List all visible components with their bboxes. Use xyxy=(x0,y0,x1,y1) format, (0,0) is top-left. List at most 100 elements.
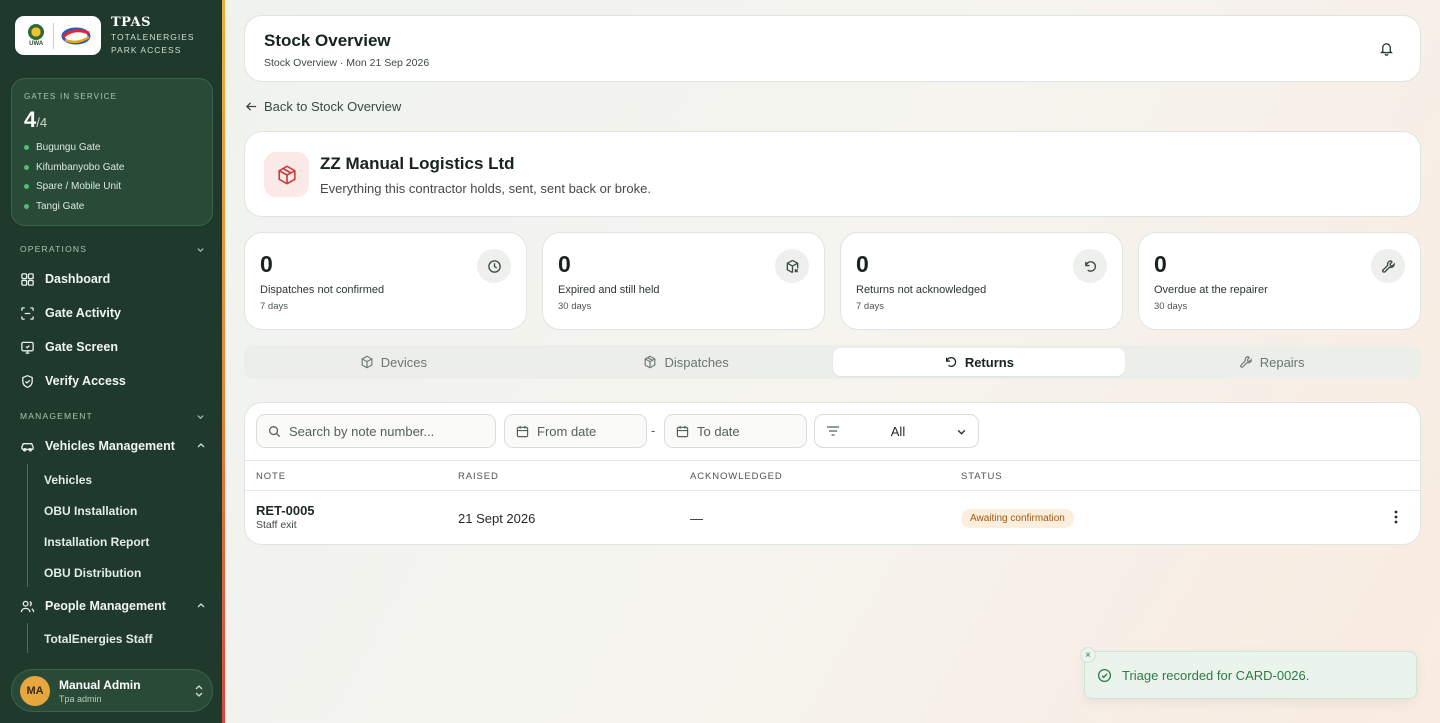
submenu-line xyxy=(27,623,28,653)
submenu-line xyxy=(27,464,28,587)
app-title: TPAS xyxy=(111,15,151,30)
stat-label: Overdue at the repairer xyxy=(1154,284,1268,296)
column-header-status[interactable]: STATUS xyxy=(961,471,1002,482)
chevron-down-icon xyxy=(197,414,204,419)
stat-card-repairs[interactable]: 0 Overdue at the repairer 30 days xyxy=(1138,232,1421,330)
nav-obu-installation[interactable]: OBU Installation xyxy=(44,504,137,518)
status-cell: Awaiting confirmation xyxy=(961,509,1074,528)
chevron-up-icon xyxy=(197,603,205,608)
check-circle-icon xyxy=(1097,668,1112,682)
more-vertical-icon[interactable] xyxy=(1394,510,1398,524)
app-subtitle-1: TOTALENERGIES xyxy=(111,32,195,42)
stat-label: Dispatches not confirmed xyxy=(260,284,385,296)
chevron-down-icon xyxy=(957,429,966,435)
stat-card-dispatches[interactable]: 0 Dispatches not confirmed 7 days xyxy=(244,232,527,330)
tab-dispatches[interactable]: Dispatches xyxy=(540,348,833,376)
monitor-icon xyxy=(21,341,34,354)
tab-returns[interactable]: Returns xyxy=(832,348,1126,376)
status-badge: Awaiting confirmation xyxy=(961,509,1074,528)
arrow-left-icon xyxy=(245,102,257,111)
app-subtitle-2: PARK ACCESS xyxy=(111,45,182,55)
nav-obu-distribution[interactable]: OBU Distribution xyxy=(44,566,141,580)
page-title: Stock Overview xyxy=(264,31,391,50)
stat-card-returns[interactable]: 0 Returns not acknowledged 7 days xyxy=(840,232,1123,330)
gates-title: GATES IN SERVICE xyxy=(24,92,118,101)
nav-verify-access[interactable]: Verify Access xyxy=(20,369,206,393)
section-operations[interactable]: OPERATIONS xyxy=(20,244,205,254)
column-header-note[interactable]: NOTE xyxy=(256,471,286,482)
stat-label: Returns not acknowledged xyxy=(856,284,987,296)
box-icon xyxy=(361,355,373,369)
gates-in-service-card: GATES IN SERVICE 4/4 Bugungu Gate Kifumb… xyxy=(11,78,213,226)
gates-count: 4/4 xyxy=(24,107,48,132)
contractor-card: ZZ Manual Logistics Ltd Everything this … xyxy=(244,131,1421,217)
undo-icon xyxy=(1073,249,1107,283)
bell-icon[interactable] xyxy=(1379,41,1394,56)
nav-people-management[interactable]: People Management xyxy=(20,594,206,618)
toast-message: Triage recorded for CARD-0026. xyxy=(1122,667,1310,683)
status-dot-icon xyxy=(24,203,29,209)
tab-repairs[interactable]: Repairs xyxy=(1125,348,1418,376)
gate-item: Spare / Mobile Unit xyxy=(24,177,200,197)
tab-devices[interactable]: Devices xyxy=(247,348,540,376)
to-date-field[interactable]: To date xyxy=(664,414,807,448)
stat-label: Expired and still held xyxy=(558,284,660,296)
nav-totalenergies-staff[interactable]: TotalEnergies Staff xyxy=(44,632,152,646)
table-row[interactable]: RET-0005 Staff exit 21 Sept 2026 — Await… xyxy=(245,491,1420,544)
returns-table-card: Search by note number... From date - To … xyxy=(244,402,1421,545)
partner-logos: UWA xyxy=(15,16,101,55)
tab-bar: Devices Dispatches Returns Repairs xyxy=(244,345,1421,379)
wrench-icon xyxy=(1239,356,1252,368)
nav-dashboard[interactable]: Dashboard xyxy=(20,267,206,291)
status-filter-select[interactable]: All xyxy=(814,414,979,448)
back-link[interactable]: Back to Stock Overview xyxy=(245,99,401,114)
column-header-acknowledged[interactable]: ACKNOWLEDGED xyxy=(690,471,783,482)
avatar: MA xyxy=(20,675,50,706)
grid-icon xyxy=(21,272,34,286)
stat-card-expired[interactable]: 0 Expired and still held 30 days xyxy=(542,232,825,330)
gate-item: Bugungu Gate xyxy=(24,138,200,158)
stat-value: 0 xyxy=(856,251,869,277)
nav-vehicles-management[interactable]: Vehicles Management xyxy=(20,434,206,458)
note-cell: RET-0005 Staff exit xyxy=(256,503,315,531)
nav-vehicles[interactable]: Vehicles xyxy=(44,473,92,487)
breadcrumb: Stock Overview · Mon 21 Sep 2026 xyxy=(264,57,430,69)
column-header-raised[interactable]: RAISED xyxy=(458,471,499,482)
gate-list: Bugungu Gate Kifumbanyobo Gate Spare / M… xyxy=(24,138,200,216)
date-separator: - xyxy=(651,423,656,438)
filter-icon xyxy=(827,426,839,436)
status-dot-icon xyxy=(24,164,29,170)
stat-value: 0 xyxy=(1154,251,1167,277)
package-icon xyxy=(645,355,656,369)
note-number: RET-0005 xyxy=(256,503,315,518)
package-icon xyxy=(264,152,309,197)
chevron-down-icon xyxy=(197,247,204,252)
nav-gate-screen[interactable]: Gate Screen xyxy=(20,335,206,359)
gate-item: Kifumbanyobo Gate xyxy=(24,158,200,178)
undo-icon xyxy=(945,357,956,367)
stat-period: 30 days xyxy=(558,301,592,312)
calendar-icon xyxy=(676,425,689,437)
totalenergies-logo xyxy=(61,27,91,44)
nav-gate-activity[interactable]: Gate Activity xyxy=(20,301,206,325)
close-icon[interactable]: × xyxy=(1080,647,1096,663)
raised-cell: 21 Sept 2026 xyxy=(458,511,536,526)
uwa-logo: UWA xyxy=(23,21,49,51)
chevron-up-icon xyxy=(197,443,205,448)
nav-installation-report[interactable]: Installation Report xyxy=(44,535,149,549)
users-icon xyxy=(20,600,35,612)
table-header: NOTE RAISED ACKNOWLEDGED STATUS xyxy=(245,460,1420,491)
stat-period: 7 days xyxy=(856,301,884,312)
stat-period: 7 days xyxy=(260,301,288,312)
toast-notification: × Triage recorded for CARD-0026. xyxy=(1080,647,1417,699)
wrench-icon xyxy=(1371,249,1405,283)
from-date-field[interactable]: From date xyxy=(504,414,647,448)
user-menu[interactable]: MA Manual Admin Tpa admin xyxy=(11,669,213,712)
user-role: Tpa admin xyxy=(59,693,102,704)
section-management[interactable]: MANAGEMENT xyxy=(20,411,205,421)
note-reason: Staff exit xyxy=(256,519,297,531)
search-input[interactable]: Search by note number... xyxy=(256,414,496,448)
user-name: Manual Admin xyxy=(59,677,141,692)
package-x-icon xyxy=(775,249,809,283)
page-header: Stock Overview Stock Overview · Mon 21 S… xyxy=(244,15,1421,82)
